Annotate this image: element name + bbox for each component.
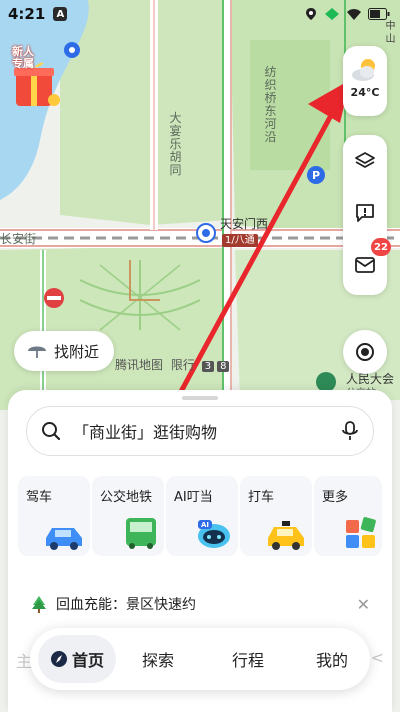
search-icon xyxy=(42,422,61,441)
svg-text:P: P xyxy=(312,169,320,182)
weather-button[interactable]: 24°C xyxy=(343,46,387,116)
map-label-fangzhi: 纺织桥东河沿 xyxy=(264,65,277,144)
microphone-icon[interactable] xyxy=(341,420,359,442)
status-time: 4:21 xyxy=(8,5,46,23)
close-icon[interactable]: ✕ xyxy=(357,595,370,614)
gesture-bar xyxy=(0,690,400,712)
weather-partly-cloudy-icon xyxy=(352,59,375,81)
quick-drive[interactable]: 驾车 xyxy=(18,476,90,556)
quick-transit[interactable]: 公交地铁 xyxy=(92,476,164,556)
nearby-button[interactable]: 找附近 xyxy=(14,331,114,371)
message-count-badge: 22 xyxy=(371,238,391,256)
bottom-sheet: 「商业街」逛街购物 驾车 公交地铁 AI叮当 AI 打车 更多 回血充能：景区快… xyxy=(8,390,392,712)
map-tool-stack xyxy=(343,135,387,295)
quick-actions: 驾车 公交地铁 AI叮当 AI 打车 更多 xyxy=(18,476,382,556)
nearby-label: 找附近 xyxy=(54,342,100,361)
notice-text: 回血充能：景区快速约 xyxy=(56,597,196,613)
taxi-icon xyxy=(268,521,304,550)
locate-me-button[interactable] xyxy=(343,330,387,374)
battery-icon xyxy=(368,8,390,20)
feedback-icon xyxy=(356,204,374,222)
feedback-button[interactable] xyxy=(343,191,387,235)
quick-ai-assistant[interactable]: AI叮当 AI xyxy=(166,476,238,556)
car-icon xyxy=(46,528,82,550)
tab-trips[interactable]: 行程 xyxy=(216,628,280,690)
tab-explore[interactable]: 探索 xyxy=(126,628,190,690)
more-grid-icon xyxy=(346,517,376,548)
location-status-icon xyxy=(306,8,316,20)
map-label-people[interactable]: 人民大会 xyxy=(346,373,394,386)
search-placeholder: 「商业街」逛街购物 xyxy=(73,423,218,442)
weather-temp: 24°C xyxy=(350,86,380,99)
search-input[interactable]: 「商业街」逛街购物 xyxy=(26,406,374,456)
svg-text:AI: AI xyxy=(201,521,209,529)
map-label-metro-line: 1/八通 xyxy=(222,234,258,247)
bus-icon xyxy=(126,518,156,549)
tree-icon xyxy=(32,596,46,613)
tab-profile[interactable]: 我的 xyxy=(300,628,364,690)
mail-icon xyxy=(355,257,375,273)
wifi-icon xyxy=(347,9,361,20)
map-label-dayanle: 大宴乐胡同 xyxy=(169,111,182,177)
sheet-drag-handle[interactable] xyxy=(182,396,218,400)
map-label-tiananmen-west[interactable]: 天安门西 xyxy=(220,218,268,231)
newcomer-promo[interactable]: 新人 专属 xyxy=(10,44,62,110)
app-notification-icon: A xyxy=(53,7,68,21)
map-label-changan: 长安街 xyxy=(0,232,37,246)
target-icon xyxy=(356,343,374,361)
status-bar: 4:21 A xyxy=(0,0,400,28)
wechat-status-icon xyxy=(325,8,339,20)
map-attribution: 腾讯地图 限行 38 xyxy=(115,356,230,373)
layers-button[interactable] xyxy=(343,139,387,183)
compass-icon xyxy=(50,651,67,667)
umbrella-icon xyxy=(28,346,46,358)
quick-taxi[interactable]: 打车 xyxy=(240,476,312,556)
quick-more[interactable]: 更多 xyxy=(314,476,382,556)
tab-home[interactable]: 首页 xyxy=(38,635,116,683)
bottom-tab-bar: 首页 探索 行程 我的 xyxy=(30,628,370,690)
ai-robot-icon: AI xyxy=(198,520,230,548)
notice-banner[interactable]: 回血充能：景区快速约 ✕ xyxy=(30,592,370,616)
layers-icon xyxy=(355,152,375,168)
promo-text: 新人 专属 xyxy=(12,45,34,70)
